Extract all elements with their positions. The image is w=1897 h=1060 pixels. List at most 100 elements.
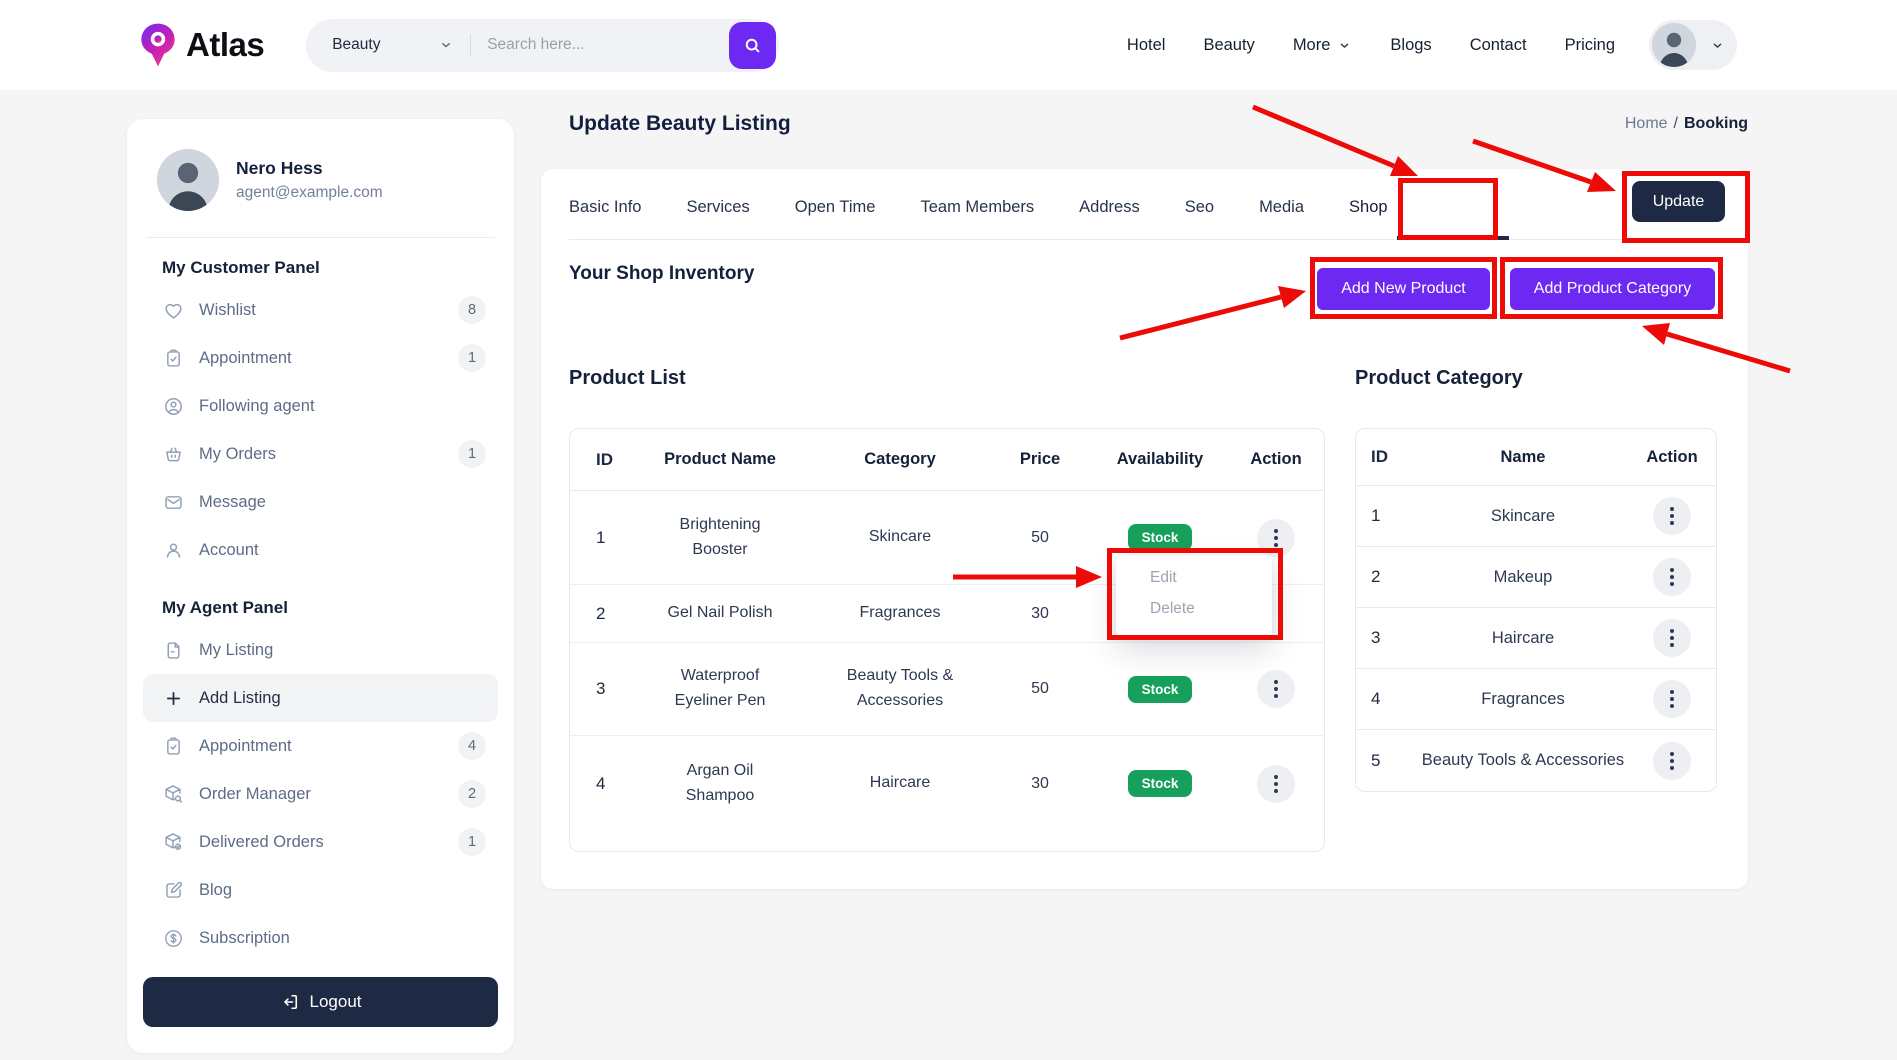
avatar: [1652, 23, 1696, 67]
cell-price: 50: [990, 529, 1090, 547]
brand-logo[interactable]: Atlas: [139, 22, 264, 68]
sidebar: Nero Hess agent@example.com My Customer …: [127, 119, 514, 1053]
sidebar-item-delivered-orders[interactable]: Delivered Orders1: [143, 818, 498, 866]
nav-link-more[interactable]: More: [1293, 36, 1353, 55]
nav-link-hotel[interactable]: Hotel: [1127, 36, 1166, 55]
row-actions-button[interactable]: [1653, 680, 1691, 718]
cell-price: 30: [990, 775, 1090, 793]
count-badge: 1: [458, 440, 486, 468]
add-new-product-button[interactable]: Add New Product: [1317, 268, 1490, 310]
row-actions-button[interactable]: [1257, 519, 1295, 557]
main-title-row: Update Beauty Listing Home/Booking: [569, 112, 1748, 136]
category-text: Fragrances: [860, 601, 941, 626]
cell-price: 50: [990, 680, 1090, 698]
breadcrumb: Home/Booking: [1625, 115, 1748, 133]
column-header-action: Action: [1630, 448, 1714, 467]
tab-address[interactable]: Address: [1079, 198, 1140, 217]
shop-inventory-heading: Your Shop Inventory: [569, 263, 754, 285]
stock-badge: Stock: [1128, 770, 1193, 797]
sidebar-item-order-manager[interactable]: Order Manager2: [143, 770, 498, 818]
avatar: [157, 149, 219, 211]
category-text: Haircare: [870, 771, 930, 796]
tab-team-members[interactable]: Team Members: [920, 198, 1034, 217]
tab-media[interactable]: Media: [1259, 198, 1304, 217]
context-menu-item-edit[interactable]: Edit: [1150, 569, 1272, 587]
update-button[interactable]: Update: [1632, 181, 1725, 222]
column-header-id: ID: [1356, 447, 1416, 467]
tab-basic-info[interactable]: Basic Info: [569, 198, 641, 217]
sidebar-item-message[interactable]: Message: [143, 478, 498, 526]
sidebar-divider: [146, 237, 495, 238]
count-badge: 4: [458, 732, 486, 760]
sidebar-profile: Nero Hess agent@example.com: [143, 149, 498, 211]
sidebar-section-title-my-agent-panel: My Agent Panel: [143, 574, 498, 626]
tab-services[interactable]: Services: [686, 198, 749, 217]
logout-icon: [280, 992, 300, 1012]
nav-link-label: More: [1293, 36, 1331, 55]
cell-action: [1630, 680, 1714, 718]
category-text: Skincare: [869, 525, 931, 550]
breadcrumb-home[interactable]: Home: [1625, 115, 1668, 132]
nav-link-beauty[interactable]: Beauty: [1203, 36, 1254, 55]
sidebar-item-my-listing[interactable]: My Listing: [143, 626, 498, 674]
sidebar-item-add-listing[interactable]: Add Listing: [143, 674, 498, 722]
add-product-category-button[interactable]: Add Product Category: [1510, 268, 1715, 310]
sidebar-item-label: Wishlist: [199, 301, 256, 320]
table-row-category-3: 3Haircare: [1356, 608, 1716, 669]
cell-id: 5: [1356, 751, 1416, 771]
sidebar-item-label: Appointment: [199, 737, 292, 756]
box-check-icon: [162, 831, 184, 853]
column-header-availability: Availability: [1090, 450, 1230, 469]
search-category-select[interactable]: Beauty: [306, 36, 470, 54]
clipboard-check-icon: [162, 348, 184, 369]
sidebar-item-wishlist[interactable]: Wishlist8: [143, 286, 498, 334]
column-header-name: Name: [1416, 448, 1630, 467]
tab-open-time[interactable]: Open Time: [795, 198, 876, 217]
sidebar-item-my-orders[interactable]: My Orders1: [143, 430, 498, 478]
cell-action: [1230, 670, 1322, 708]
table-row-product-3: 3Waterproof Eyeliner PenBeauty Tools & A…: [570, 643, 1324, 736]
nav-link-pricing[interactable]: Pricing: [1565, 36, 1615, 55]
tabs-bar: Basic Info Services Open Time Team Members A…: [569, 169, 1722, 240]
atlas-pin-icon: [139, 22, 177, 68]
context-menu-item-delete[interactable]: Delete: [1150, 600, 1272, 618]
product-name-text: Brightening Booster: [656, 513, 784, 563]
row-actions-button[interactable]: [1653, 497, 1691, 535]
breadcrumb-current: Booking: [1684, 115, 1748, 132]
envelope-icon: [162, 492, 184, 513]
nav-link-contact[interactable]: Contact: [1470, 36, 1527, 55]
page: Atlas Beauty Search here... HotelBeautyM…: [0, 0, 1897, 1060]
row-actions-button[interactable]: [1653, 619, 1691, 657]
sidebar-item-subscription[interactable]: Subscription: [143, 914, 498, 962]
cell-availability: Stock: [1090, 676, 1230, 703]
box-search-icon: [162, 783, 184, 805]
nav-link-blogs[interactable]: Blogs: [1390, 36, 1431, 55]
nav-link-label: Blogs: [1390, 36, 1431, 55]
row-actions-button[interactable]: [1653, 742, 1691, 780]
sidebar-item-account[interactable]: Account: [143, 526, 498, 574]
sidebar-item-appointment[interactable]: Appointment1: [143, 334, 498, 382]
plus-icon: [162, 688, 184, 709]
row-actions-button[interactable]: [1653, 558, 1691, 596]
product-name-text: Gel Nail Polish: [668, 601, 773, 626]
logout-button[interactable]: Logout: [143, 977, 498, 1027]
count-badge: 1: [458, 344, 486, 372]
tab-seo[interactable]: Seo: [1185, 198, 1214, 217]
table-row-product-4: 4Argan Oil ShampooHaircare30Stock: [570, 736, 1324, 831]
row-actions-button[interactable]: [1257, 670, 1295, 708]
search-button[interactable]: [729, 22, 776, 69]
nav-link-label: Hotel: [1127, 36, 1166, 55]
cell-action: [1630, 742, 1714, 780]
product-name-text: Waterproof Eyeliner Pen: [656, 664, 784, 714]
user-menu[interactable]: [1649, 20, 1737, 70]
sidebar-item-following-agent[interactable]: Following agent: [143, 382, 498, 430]
cell-category: Fragrances: [810, 601, 990, 626]
sidebar-item-appointment[interactable]: Appointment 4: [143, 722, 498, 770]
category-list-header: IDNameAction: [1356, 429, 1716, 486]
tab-shop[interactable]: Shop: [1349, 198, 1388, 217]
search-icon: [742, 35, 763, 56]
row-actions-button[interactable]: [1257, 765, 1295, 803]
search-category-value: Beauty: [332, 36, 380, 54]
sidebar-item-blog[interactable]: Blog: [143, 866, 498, 914]
cell-category: Beauty Tools & Accessories: [810, 664, 990, 714]
